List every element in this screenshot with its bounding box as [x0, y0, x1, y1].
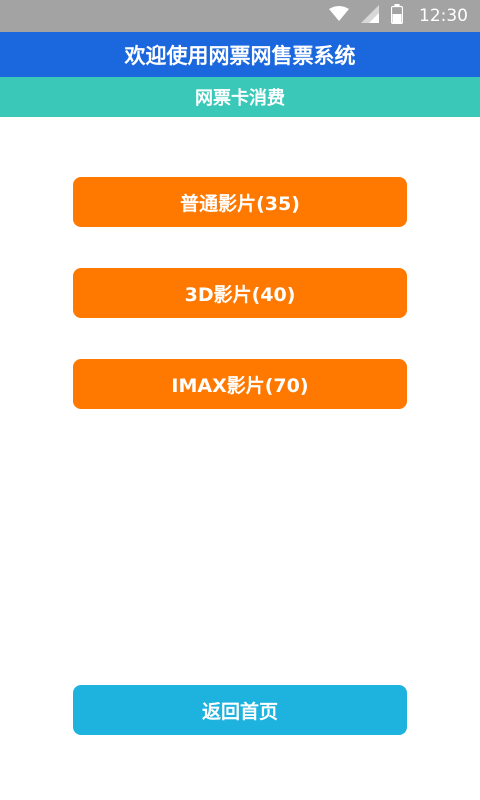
section-title: 网票卡消费	[195, 88, 285, 109]
regular-movie-button[interactable]: 普通影片(35)	[73, 177, 407, 227]
app-title-bar: 欢迎使用网票网售票系统	[0, 32, 480, 77]
status-bar: 12:30	[0, 0, 480, 32]
battery-icon	[390, 4, 404, 28]
back-home-button[interactable]: 返回首页	[73, 685, 407, 735]
status-icons: 12:30	[329, 0, 468, 32]
imax-movie-button[interactable]: IMAX影片(70)	[73, 359, 407, 409]
wifi-icon	[329, 6, 349, 26]
signal-icon	[361, 5, 379, 27]
app-title: 欢迎使用网票网售票系统	[124, 43, 356, 68]
status-time: 12:30	[419, 6, 468, 26]
section-title-bar: 网票卡消费	[0, 77, 480, 117]
3d-movie-button[interactable]: 3D影片(40)	[73, 268, 407, 318]
